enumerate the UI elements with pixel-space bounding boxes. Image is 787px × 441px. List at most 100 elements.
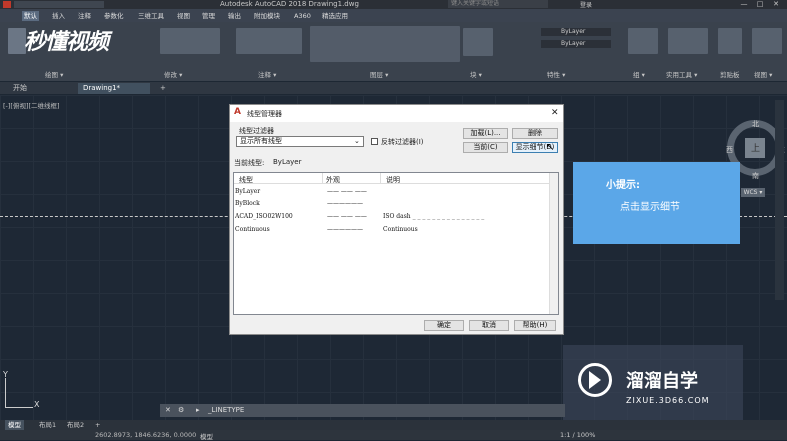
tab-output[interactable]: 输出 [226,11,243,21]
tab-default[interactable]: 默认 [22,11,39,21]
table-row-appearance: —————— [327,200,363,207]
add-layout-button[interactable]: + [92,420,103,430]
tab-start[interactable]: 开始 [8,83,32,94]
layout-tab-bar [0,420,787,430]
column-description[interactable]: 说明 [386,175,400,185]
ok-button[interactable]: 确定 [424,320,464,331]
insert-block-icon[interactable] [463,28,493,56]
table-row-description: Continuous [383,226,418,233]
panel-groups[interactable]: 组 ▾ [633,69,645,79]
table-row-name[interactable]: ACAD_ISO02W100 [235,213,293,220]
tip-title: 小提示: [606,180,640,191]
viewcube-top-label: 上 [751,144,761,154]
tab-annotate[interactable]: 注释 [76,11,93,21]
viewport-controls[interactable]: [-][俯视][二维线框] [3,100,60,110]
tab-addins[interactable]: 附加模块 [252,11,282,21]
panel-annotate[interactable]: 注释 ▾ [258,69,276,79]
linetype-filter-select[interactable]: 显示所有线型 [236,136,364,147]
close-button[interactable]: ✕ [770,0,782,9]
quick-access-toolbar[interactable] [14,1,104,8]
watermark-url: ZIXUE.3D66.COM [626,396,710,405]
panel-block[interactable]: 块 ▾ [470,69,482,79]
column-divider [322,173,323,184]
command-input[interactable]: _LINETYPE [208,406,244,414]
title-bar [0,0,787,9]
column-divider [380,173,381,184]
tip-body: 点击显示细节 [620,202,680,213]
dialog-close-icon[interactable]: ✕ [551,108,559,118]
table-row-appearance: —— —— —— [327,213,367,220]
delete-button[interactable]: 删除 [512,128,558,139]
table-row-name[interactable]: ByLayer [235,188,260,195]
new-tab-button[interactable]: + [155,83,171,94]
coordinate-readout: 2602.8973, 1846.6236, 0.0000 [95,431,197,439]
table-row-name[interactable]: Continuous [235,226,270,233]
linetype-bylayer-select[interactable]: ByLayer [541,40,611,48]
ucs-x-label: X [34,400,40,409]
tab-a360[interactable]: A360 [292,11,313,21]
play-triangle-icon [589,371,601,389]
layer-tools-icon[interactable] [310,26,460,62]
panel-properties[interactable]: 特性 ▾ [547,69,565,79]
invert-filter-label: 反转过滤器(I) [381,138,424,146]
set-current-button[interactable]: 当前(C) [463,142,508,153]
cancel-button[interactable]: 取消 [469,320,509,331]
tab-manage[interactable]: 管理 [200,11,217,21]
annotation-scale[interactable]: 1:1 / 100% [560,431,595,439]
view-tools-icon[interactable] [752,28,782,54]
table-row-name[interactable]: ByBlock [235,200,260,207]
panel-modify[interactable]: 修改 ▾ [164,69,182,79]
panel-draw[interactable]: 绘图 ▾ [45,69,63,79]
panel-view[interactable]: 视图 ▾ [754,69,772,79]
help-button[interactable]: 帮助(H) [514,320,556,331]
search-input[interactable]: 键入关键字或短语 [448,0,548,8]
panel-utilities[interactable]: 实用工具 ▾ [666,69,697,79]
mouse-cursor-icon: ↖ [546,142,555,153]
tab-insert[interactable]: 插入 [50,11,67,21]
tab-parametric[interactable]: 参数化 [102,11,126,21]
autocad-app-icon: A [234,107,241,117]
chevron-down-icon[interactable]: ⌄ [354,137,360,145]
ucs-x-axis [5,407,33,408]
utilities-icon[interactable] [668,28,708,54]
modify-tools-icon[interactable] [160,28,220,54]
load-button[interactable]: 加载(L)... [463,128,508,139]
tab-featured-apps[interactable]: 精选应用 [320,11,350,21]
panel-layers[interactable]: 图层 ▾ [370,69,388,79]
minimize-button[interactable]: — [738,0,750,9]
tab-drawing1[interactable]: Drawing1* [78,83,150,94]
maximize-button[interactable]: □ [754,0,766,9]
compass-south: 南 [752,172,759,180]
close-icon[interactable]: ✕ [165,406,171,414]
dialog-title: 线型管理器 [247,110,282,118]
tab-layout2[interactable]: 布局2 [64,420,87,430]
ucs-y-axis [5,378,6,408]
wcs-menu[interactable]: WCS ▾ [741,188,765,197]
group-tools-icon[interactable] [628,28,658,54]
compass-north: 北 [752,120,759,128]
clipboard-icon[interactable] [718,28,742,54]
current-linetype-label: 当前线型: [234,159,265,167]
annotate-tools-icon[interactable] [236,28,302,54]
autocad-logo-icon[interactable] [3,1,11,8]
tab-layout1[interactable]: 布局1 [36,420,59,430]
navigation-bar[interactable] [775,100,784,300]
panel-clipboard[interactable]: 剪贴板 [720,69,740,79]
list-scrollbar[interactable] [549,173,558,314]
table-row-appearance: —————— [327,226,363,233]
brand-watermark: 秒懂视频 [24,29,109,55]
login-button[interactable]: 登录 [580,0,592,9]
filter-label: 线型过滤器 [239,127,274,135]
table-row-appearance: —— —— —— [327,188,367,195]
watermark-name: 溜溜自学 [626,371,698,392]
tab-model[interactable]: 模型 [5,420,24,430]
tab-3d-tools[interactable]: 三维工具 [136,11,166,21]
linetype-list[interactable] [233,172,559,315]
column-linetype[interactable]: 线型 [239,175,253,185]
wrench-icon[interactable]: ⚙ [178,406,184,414]
column-appearance[interactable]: 外观 [326,175,340,185]
ucs-y-label: Y [3,370,8,379]
color-bylayer-select[interactable]: ByLayer [541,28,611,36]
tab-view[interactable]: 视图 [175,11,192,21]
invert-filter-checkbox[interactable] [371,138,378,145]
